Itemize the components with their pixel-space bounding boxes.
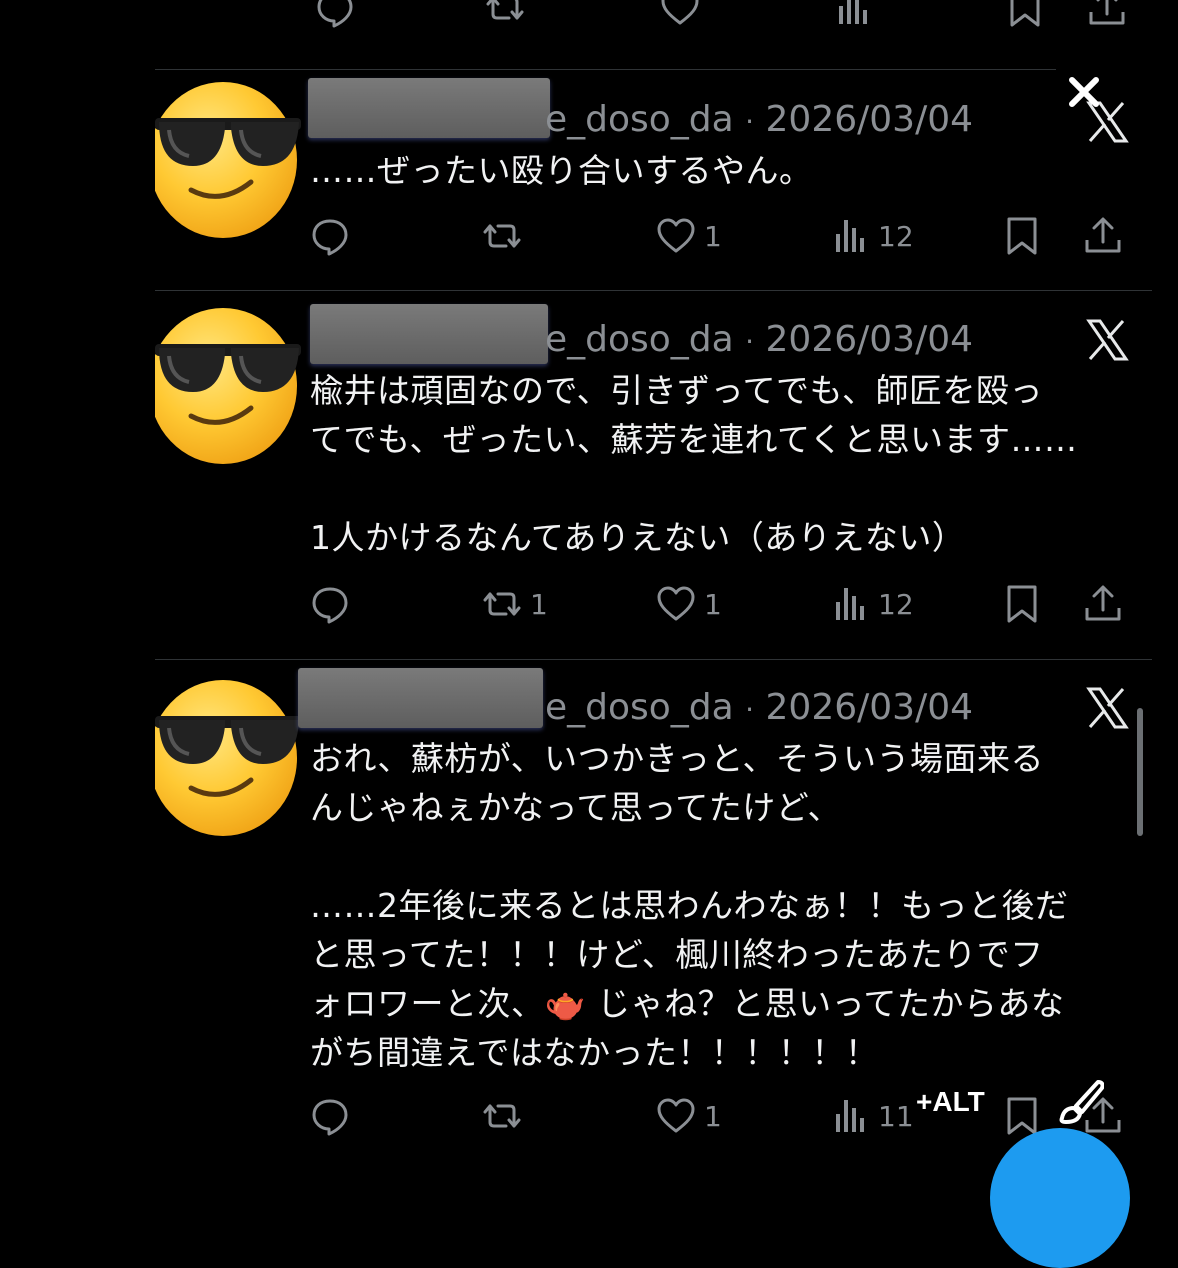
like-icon	[656, 1096, 696, 1136]
bookmark-icon[interactable]	[1005, 0, 1045, 30]
reply-icon	[310, 1096, 350, 1136]
share-button[interactable]	[1083, 214, 1123, 258]
views-button[interactable]: 12	[830, 214, 914, 258]
like-button[interactable]: 1	[656, 1094, 722, 1138]
divider	[155, 290, 1152, 291]
retweet-icon	[482, 584, 522, 624]
handle[interactable]: e_doso_da	[545, 687, 734, 728]
separator: ·	[745, 105, 755, 138]
reply-button[interactable]	[310, 582, 358, 626]
divider	[155, 69, 1152, 70]
bookmark-icon	[1002, 584, 1042, 624]
tweet-meta: e_doso_da · 2026/03/04	[545, 686, 973, 732]
views-icon[interactable]	[833, 0, 873, 30]
views-icon	[830, 584, 870, 624]
tweet-text: ……ぜったい殴り合いするやん。	[310, 151, 813, 190]
retweet-icon	[482, 1096, 522, 1136]
close-icon[interactable]	[1066, 74, 1102, 110]
share-icon[interactable]	[1087, 0, 1127, 30]
retweet-icon	[482, 216, 522, 256]
retweet-button[interactable]	[482, 1094, 530, 1138]
previous-tweet-actions	[155, 0, 1155, 36]
retweet-button[interactable]: 1	[482, 582, 548, 626]
like-icon	[656, 584, 696, 624]
tweet-meta: e_doso_da · 2026/03/04	[545, 318, 973, 364]
tweet-text: おれ、蘇枋が、いつかきっと、そういう場面来る んじゃねぇかなって思ってたけど、 …	[310, 739, 1069, 1072]
like-button[interactable]: 1	[656, 582, 722, 626]
share-button[interactable]	[1083, 582, 1123, 626]
bookmark-button[interactable]	[1002, 214, 1042, 258]
avatar[interactable]	[155, 304, 305, 464]
action-bar: 1 1 12	[310, 582, 1130, 626]
close-backdrop	[1056, 40, 1156, 70]
x-logo-icon	[1085, 686, 1129, 730]
separator: ·	[745, 693, 755, 726]
avatar[interactable]	[155, 78, 305, 238]
handle[interactable]: e_doso_da	[545, 319, 734, 360]
like-icon	[656, 216, 696, 256]
action-bar: 1 11	[310, 1094, 1130, 1138]
retweet-icon[interactable]	[485, 0, 525, 30]
views-button[interactable]: 11	[830, 1094, 914, 1138]
reply-button[interactable]	[310, 1094, 358, 1138]
redacted-name	[308, 78, 550, 138]
like-icon[interactable]	[660, 0, 700, 30]
handle[interactable]: e_doso_da	[545, 99, 734, 140]
share-icon	[1083, 216, 1123, 256]
views-button[interactable]: 12	[830, 582, 914, 626]
tweet-text: 楡井は頑固なので、引きずってでも、師匠を殴っ てでも、ぜったい、蘇芳を連れてくと…	[310, 371, 1078, 557]
like-button[interactable]: 1	[656, 214, 722, 258]
bookmark-icon	[1002, 1096, 1042, 1136]
redacted-name	[310, 304, 548, 364]
avatar[interactable]	[155, 676, 305, 836]
retweet-button[interactable]	[482, 214, 530, 258]
separator: ·	[745, 325, 755, 358]
views-icon	[830, 216, 870, 256]
x-logo-icon	[1085, 318, 1129, 362]
divider	[155, 659, 1152, 660]
bookmark-icon	[1002, 216, 1042, 256]
reply-icon	[310, 584, 350, 624]
action-bar: 1 12	[310, 214, 1130, 258]
redacted-name	[298, 668, 543, 728]
reply-icon	[310, 216, 350, 256]
share-icon	[1083, 584, 1123, 624]
views-icon	[830, 1096, 870, 1136]
reply-icon[interactable]	[315, 0, 355, 30]
date[interactable]: 2026/03/04	[766, 99, 974, 140]
bookmark-button[interactable]	[1002, 582, 1042, 626]
brush-icon[interactable]	[1056, 1078, 1104, 1126]
date[interactable]: 2026/03/04	[766, 687, 974, 728]
compose-button[interactable]	[990, 1128, 1130, 1268]
scrollbar[interactable]	[1137, 708, 1143, 836]
date[interactable]: 2026/03/04	[766, 319, 974, 360]
tweet-meta: e_doso_da · 2026/03/04	[545, 98, 973, 144]
reply-button[interactable]	[310, 214, 358, 258]
alt-text-button[interactable]: +ALT	[916, 1086, 985, 1118]
